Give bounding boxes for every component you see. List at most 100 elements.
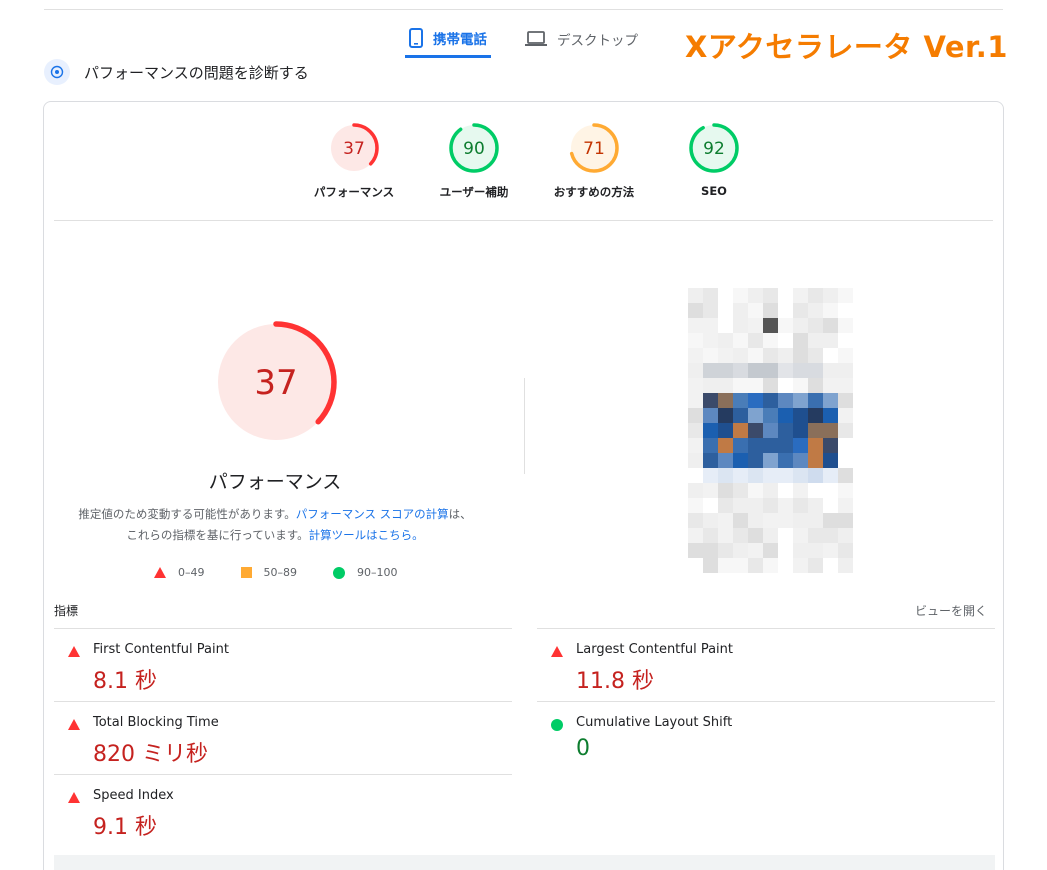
- expand-view-link[interactable]: ビューを開く: [915, 602, 987, 619]
- screenshot-pixel: [748, 363, 763, 378]
- screenshot-pixel: [838, 438, 853, 453]
- screenshot-pixel: [793, 468, 808, 483]
- screenshot-pixel: [688, 483, 703, 498]
- screenshot-pixel: [823, 558, 838, 573]
- category-performance[interactable]: 37 パフォーマンス: [294, 122, 414, 200]
- screenshot-pixel: [793, 423, 808, 438]
- screenshot-pixel: [763, 333, 778, 348]
- screenshot-pixel: [703, 513, 718, 528]
- screenshot-pixel: [778, 483, 793, 498]
- screenshot-pixel: [733, 318, 748, 333]
- screenshot-pixel: [688, 378, 703, 393]
- device-tabs: 携帯電話 デスクトップ: [405, 20, 672, 58]
- screenshot-pixel: [703, 468, 718, 483]
- screenshot-pixel: [718, 303, 733, 318]
- screenshot-pixel: [703, 498, 718, 513]
- screenshot-pixel: [778, 438, 793, 453]
- calculator-link[interactable]: 計算ツールはこちら。: [309, 528, 424, 542]
- screenshot-pixel: [703, 408, 718, 423]
- screenshot-pixel: [823, 468, 838, 483]
- screenshot-pixel: [733, 528, 748, 543]
- screenshot-pixel: [808, 363, 823, 378]
- metric-cls: Cumulative Layout Shift 0: [537, 701, 995, 774]
- category-seo[interactable]: 92 SEO: [654, 122, 774, 200]
- screenshot-pixel: [748, 438, 763, 453]
- screenshot-pixel: [718, 318, 733, 333]
- tab-desktop[interactable]: デスクトップ: [521, 20, 642, 58]
- screenshot-pixel: [748, 468, 763, 483]
- diagnose-title: パフォーマンスの問題を診断する: [84, 63, 309, 82]
- screenshot-pixel: [823, 288, 838, 303]
- screenshot-pixel: [748, 453, 763, 468]
- screenshot-pixel: [703, 438, 718, 453]
- category-label: SEO: [701, 184, 727, 198]
- diagnostics-toolbar: [54, 855, 995, 870]
- screenshot-pixel: [733, 513, 748, 528]
- screenshot-pixel: [703, 543, 718, 558]
- screenshot-pixel: [718, 333, 733, 348]
- screenshot-pixel: [688, 363, 703, 378]
- category-accessibility[interactable]: 90 ユーザー補助: [414, 122, 534, 200]
- screenshot-pixel: [748, 513, 763, 528]
- screenshot-pixel: [703, 363, 718, 378]
- metric-value: 0: [576, 736, 590, 761]
- screenshot-pixel: [838, 303, 853, 318]
- screenshot-pixel: [778, 378, 793, 393]
- screenshot-pixel: [808, 558, 823, 573]
- screenshot-pixel: [823, 378, 838, 393]
- screenshot-pixel: [823, 348, 838, 363]
- screenshot-pixel: [733, 423, 748, 438]
- screenshot-pixel: [763, 303, 778, 318]
- screenshot-pixel: [718, 438, 733, 453]
- screenshot-pixel: [748, 558, 763, 573]
- screenshot-pixel: [718, 408, 733, 423]
- screenshot-pixel: [808, 513, 823, 528]
- fail-triangle-icon: [68, 646, 80, 657]
- screenshot-pixel: [808, 453, 823, 468]
- tab-mobile[interactable]: 携帯電話: [405, 20, 491, 58]
- brand-overlay-text: Xアクセラレータ Ver.1: [685, 30, 1008, 64]
- screenshot-pixel: [778, 468, 793, 483]
- screenshot-pixel: [793, 393, 808, 408]
- screenshot-pixel: [823, 438, 838, 453]
- screenshot-pixel: [763, 393, 778, 408]
- screenshot-pixel: [733, 408, 748, 423]
- smartphone-icon: [409, 27, 423, 48]
- screenshot-pixel: [688, 318, 703, 333]
- screenshot-pixel: [823, 333, 838, 348]
- screenshot-pixel: [808, 318, 823, 333]
- screenshot-pixel: [748, 393, 763, 408]
- top-divider: [44, 9, 1003, 10]
- tab-mobile-label: 携帯電話: [433, 31, 487, 48]
- screenshot-pixel: [688, 468, 703, 483]
- screenshot-pixel: [793, 528, 808, 543]
- screenshot-pixel: [733, 393, 748, 408]
- screenshot-pixel: [838, 513, 853, 528]
- screenshot-pixel: [718, 378, 733, 393]
- screenshot-pixel: [763, 348, 778, 363]
- screenshot-pixel: [718, 483, 733, 498]
- screenshot-pixel: [703, 288, 718, 303]
- screenshot-pixel: [778, 558, 793, 573]
- screenshot-pixel: [733, 498, 748, 513]
- screenshot-pixel: [733, 348, 748, 363]
- screenshot-pixel: [793, 498, 808, 513]
- screenshot-pixel: [823, 543, 838, 558]
- screenshot-pixel: [838, 333, 853, 348]
- screenshot-pixel: [793, 483, 808, 498]
- screenshot-pixel: [703, 453, 718, 468]
- category-best-practices[interactable]: 71 おすすめの方法: [534, 122, 654, 200]
- screenshot-pixel: [808, 543, 823, 558]
- category-gauges: 37 パフォーマンス 90 ユーザー補助 71 おすすめの方法 92 SEO: [294, 122, 774, 200]
- screenshot-pixel: [748, 408, 763, 423]
- score-calculation-link[interactable]: パフォーマンス スコアの計算: [296, 507, 449, 521]
- screenshot-pixel: [838, 363, 853, 378]
- screenshot-pixel: [793, 363, 808, 378]
- description-text: 推定値のため変動する可能性があります。: [78, 507, 296, 521]
- screenshot-pixel: [838, 348, 853, 363]
- screenshot-pixel: [748, 288, 763, 303]
- screenshot-pixel: [808, 333, 823, 348]
- screenshot-pixel: [763, 543, 778, 558]
- screenshot-pixel: [793, 453, 808, 468]
- screenshot-pixel: [808, 303, 823, 318]
